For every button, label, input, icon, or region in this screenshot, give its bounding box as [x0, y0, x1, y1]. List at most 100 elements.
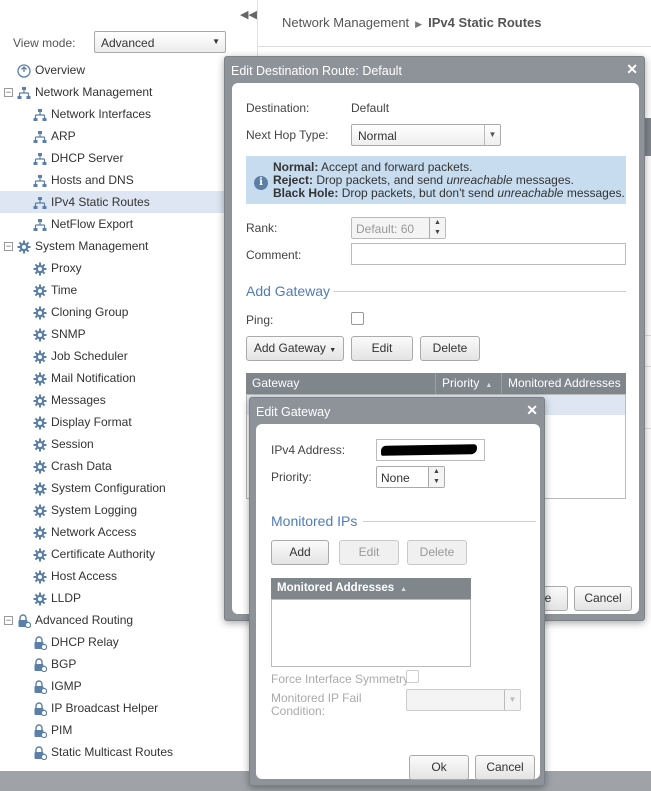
cancel-button[interactable]: Cancel	[475, 755, 535, 780]
close-icon[interactable]: ✕	[526, 402, 538, 419]
sidebar-item[interactable]: Display Format	[0, 411, 257, 433]
next-hop-type-label: Next Hop Type:	[246, 128, 329, 142]
sidebar-item[interactable]: Mail Notification	[0, 367, 257, 389]
comment-input[interactable]	[351, 243, 626, 265]
sidebar: ◀◀ View mode: Advanced ▼ Overview − Networ…	[0, 0, 258, 771]
chevron-up-icon[interactable]: ▲	[429, 467, 444, 477]
sidebar-item[interactable]: BGP	[0, 653, 257, 675]
sidebar-item-label: Time	[51, 283, 78, 297]
gear-icon	[33, 371, 47, 386]
gear-icon	[33, 349, 47, 364]
ok-button[interactable]: Ok	[409, 755, 469, 780]
sort-ascending-icon: ▲	[400, 586, 408, 593]
sidebar-item[interactable]: Session	[0, 433, 257, 455]
gear-icon	[33, 283, 47, 298]
sidebar-item[interactable]: IGMP	[0, 675, 257, 697]
column-header-monitored-addresses[interactable]: Monitored Addresses ▲	[271, 578, 471, 599]
sidebar-item-label: Job Scheduler	[51, 349, 128, 363]
close-icon[interactable]: ✕	[626, 61, 638, 78]
monitored-addresses-grid-body[interactable]	[271, 599, 471, 667]
sidebar-item[interactable]: Hosts and DNS	[0, 169, 257, 191]
priority-value: None	[381, 471, 410, 485]
collapse-toggle-icon[interactable]: −	[4, 616, 13, 625]
collapse-toggle-icon[interactable]: −	[4, 242, 13, 251]
force-interface-symmetry-checkbox[interactable]	[406, 670, 419, 683]
view-mode-select[interactable]: Advanced ▼	[94, 31, 226, 53]
sidebar-item[interactable]: Overview	[0, 59, 257, 81]
sidebar-item[interactable]: NetFlow Export	[0, 213, 257, 235]
sidebar-item[interactable]: System Configuration	[0, 477, 257, 499]
next-hop-type-value: Normal	[358, 129, 397, 143]
next-hop-type-select[interactable]: Normal ▼	[351, 124, 501, 146]
rank-spinner: Default: 60 ▲ ▼	[351, 217, 446, 239]
sidebar-item-label: Network Access	[51, 525, 137, 539]
routing-lock-icon	[33, 723, 48, 739]
ping-label: Ping:	[246, 313, 274, 327]
sort-ascending-icon: ▲	[485, 382, 493, 389]
view-mode-label: View mode:	[13, 36, 76, 50]
collapse-toggle-icon[interactable]: −	[4, 88, 13, 97]
ipv4-address-input[interactable]	[376, 439, 485, 461]
sidebar-item[interactable]: Network Interfaces	[0, 103, 257, 125]
sidebar-item[interactable]: System Logging	[0, 499, 257, 521]
gear-icon	[33, 459, 47, 474]
sidebar-item[interactable]: DHCP Relay	[0, 631, 257, 653]
routing-lock-icon	[33, 657, 48, 673]
delete-gateway-button[interactable]: Delete	[420, 336, 480, 361]
gear-icon	[33, 415, 47, 430]
network-icon	[33, 151, 47, 165]
sidebar-item[interactable]: Proxy	[0, 257, 257, 279]
sidebar-item-label: Mail Notification	[51, 371, 136, 385]
fail-condition-select[interactable]: ▼	[406, 689, 521, 711]
sidebar-item[interactable]: Crash Data	[0, 455, 257, 477]
routing-lock-icon	[33, 745, 48, 761]
breadcrumb-parent[interactable]: Network Management	[282, 15, 409, 30]
sidebar-item[interactable]: Job Scheduler	[0, 345, 257, 367]
edit-monitored-ip-button[interactable]: Edit	[339, 540, 399, 565]
sidebar-item[interactable]: − System Management	[0, 235, 257, 257]
column-header-monitored-addresses[interactable]: Monitored Addresses	[502, 373, 626, 394]
column-header-priority[interactable]: Priority ▲	[436, 373, 502, 394]
edit-gateway-dialog: Edit Gateway ✕ IPv4 Address: Priority: N…	[249, 397, 545, 786]
sidebar-item[interactable]: IPv4 Static Routes	[0, 191, 257, 213]
sidebar-item[interactable]: Cloning Group	[0, 301, 257, 323]
sidebar-item-label: Network Interfaces	[51, 107, 152, 121]
sidebar-item[interactable]: Host Access	[0, 565, 257, 587]
sidebar-item-label: DHCP Relay	[51, 635, 119, 649]
sidebar-item[interactable]: Network Access	[0, 521, 257, 543]
sidebar-item[interactable]: IP Broadcast Helper	[0, 697, 257, 719]
ping-checkbox[interactable]	[351, 312, 364, 325]
sidebar-item[interactable]: DHCP Server	[0, 147, 257, 169]
add-monitored-ip-button[interactable]: Add	[271, 540, 329, 565]
column-header-gateway[interactable]: Gateway	[246, 373, 436, 394]
chevron-down-icon[interactable]: ▼	[429, 477, 444, 487]
sidebar-item[interactable]: Static Multicast Routes	[0, 741, 257, 763]
sidebar-item[interactable]: Time	[0, 279, 257, 301]
sidebar-item[interactable]: PIM	[0, 719, 257, 741]
sidebar-item-label: Cloning Group	[51, 305, 129, 319]
sidebar-item[interactable]: Certificate Authority	[0, 543, 257, 565]
sidebar-item[interactable]: LLDP	[0, 587, 257, 609]
sidebar-item[interactable]: Messages	[0, 389, 257, 411]
add-gateway-button[interactable]: Add Gateway ▼	[246, 336, 344, 361]
chevron-down-icon: ▼	[329, 347, 337, 354]
gear-icon	[33, 305, 47, 320]
chevron-down-icon: ▼	[212, 37, 220, 46]
sidebar-item[interactable]: ARP	[0, 125, 257, 147]
sidebar-item-label: NetFlow Export	[51, 217, 134, 231]
network-icon	[33, 129, 47, 143]
add-gateway-section-title: Add Gateway	[246, 283, 331, 299]
sidebar-item[interactable]: − Advanced Routing	[0, 609, 257, 631]
destination-value: Default	[351, 101, 390, 115]
chevron-down-icon: ▼	[484, 125, 500, 145]
view-mode-row: View mode: Advanced ▼	[13, 31, 253, 53]
collapse-sidebar-icon[interactable]: ◀◀	[240, 8, 257, 21]
cancel-button[interactable]: Cancel	[574, 586, 632, 611]
sidebar-item[interactable]: − Network Management	[0, 81, 257, 103]
edit-gateway-button[interactable]: Edit	[351, 336, 413, 361]
delete-monitored-ip-button[interactable]: Delete	[407, 540, 467, 565]
sidebar-item-label: Certificate Authority	[51, 547, 156, 561]
sidebar-item[interactable]: SNMP	[0, 323, 257, 345]
gear-icon	[33, 481, 47, 496]
priority-spinner[interactable]: None ▲ ▼	[376, 466, 445, 488]
